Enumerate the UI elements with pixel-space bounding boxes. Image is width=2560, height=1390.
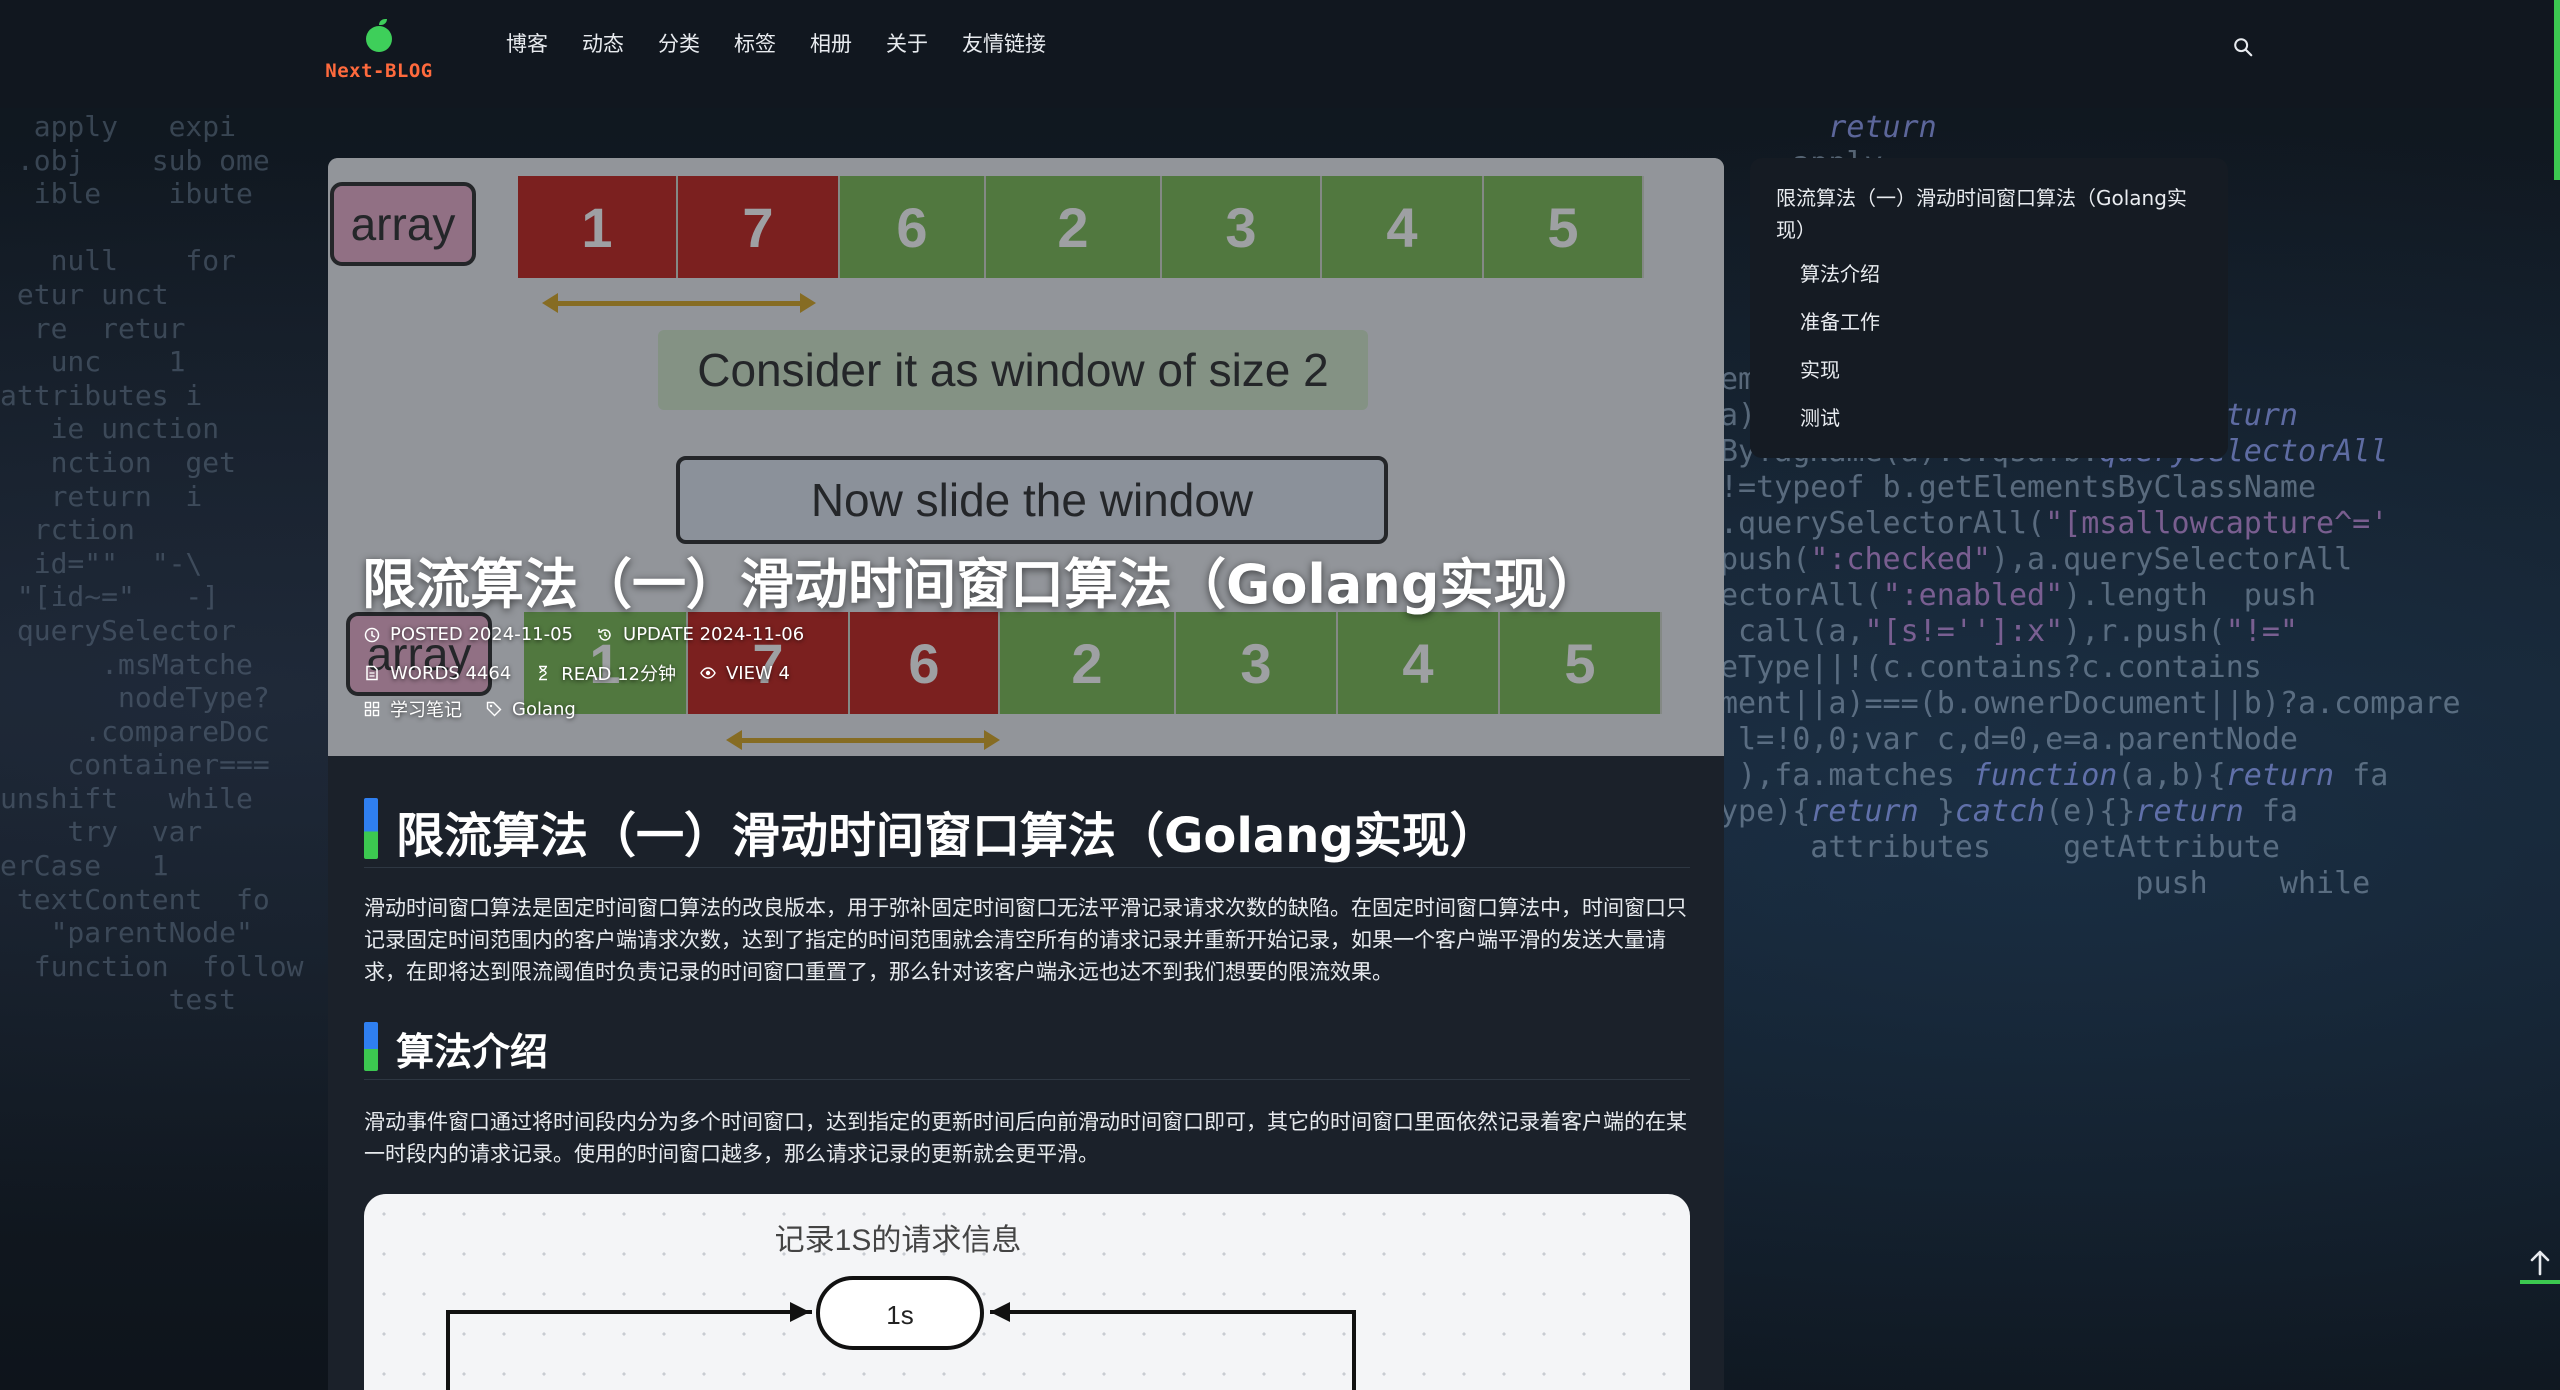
main-nav: 博客 动态 分类 标签 相册 关于 友情链接: [506, 28, 1063, 60]
hourglass-icon: [539, 665, 548, 681]
site-logo[interactable]: Next-BLOG: [314, 19, 444, 92]
diagram-left-line: [446, 1310, 812, 1390]
post-tag[interactable]: Golang: [486, 699, 576, 720]
cover-image: array 1 7 6 2 3 4 5 Consider it as windo…: [328, 158, 1724, 756]
toc-item-algorithm-intro[interactable]: 算法介绍: [1772, 258, 2206, 290]
heading-accent-bar: [364, 798, 378, 859]
nav-item-categories[interactable]: 分类: [641, 28, 717, 60]
diagram-center-label: 1s: [886, 1300, 913, 1330]
toc-item-root[interactable]: 限流算法（一）滑动时间窗口算法（Golang实现）: [1772, 182, 2206, 246]
table-of-contents: 限流算法（一）滑动时间窗口算法（Golang实现） 算法介绍 准备工作 实现 测…: [1750, 158, 2228, 458]
tag-icon: [486, 701, 502, 717]
article-heading-1: 限流算法（一）滑动时间窗口算法（Golang实现）: [364, 794, 1690, 868]
file-icon: [366, 665, 378, 681]
intro-paragraph: 滑动时间窗口算法是固定时间窗口算法的改良版本，用于弥补固定时间窗口无法平滑记录请…: [364, 896, 1687, 984]
nav-item-links[interactable]: 友情链接: [945, 28, 1063, 60]
top-navbar: Next-BLOG 博客 动态 分类 标签 相册 关于 友情链接: [0, 0, 2560, 108]
nav-item-moments[interactable]: 动态: [565, 28, 641, 60]
nav-item-tags[interactable]: 标签: [717, 28, 793, 60]
apple-logo-icon: [366, 19, 392, 52]
algo-paragraph: 滑动事件窗口通过将时间段内分为多个时间窗口，达到指定的更新时间后向前滑动时间窗口…: [364, 1110, 1687, 1166]
post-meta-row-3: 学习笔记 Golang: [364, 696, 600, 722]
search-icon[interactable]: [2232, 36, 2254, 58]
updated-date: UPDATE 2024-11-06: [597, 624, 804, 645]
toc-item-preparation[interactable]: 准备工作: [1772, 306, 2206, 338]
scroll-progress-bar[interactable]: [2554, 0, 2560, 180]
nav-item-about[interactable]: 关于: [869, 28, 945, 60]
diagram-arrowhead: [790, 1302, 810, 1322]
diagram-arrowhead: [990, 1302, 1010, 1322]
word-count: WORDS 4464: [364, 663, 511, 684]
sliding-window-diagram: 记录1S的请求信息 1s 5 4 3 2 1: [364, 1194, 1690, 1390]
grid-icon: [364, 701, 380, 717]
arrow-up-icon: [2530, 1250, 2550, 1276]
nav-item-blog[interactable]: 博客: [506, 28, 565, 60]
clock-icon: [364, 627, 380, 642]
back-to-top-button[interactable]: [2520, 1244, 2560, 1284]
back-to-top-underline: [2520, 1280, 2560, 1284]
posted-date: POSTED 2024-11-05: [364, 624, 573, 645]
diagram-svg: 记录1S的请求信息 1s 5 4 3 2 1: [446, 1224, 1356, 1390]
toc-item-testing[interactable]: 测试: [1772, 402, 2206, 434]
logo-text: Next-BLOG: [325, 60, 433, 82]
read-time: READ 12分钟: [535, 660, 676, 686]
nav-item-album[interactable]: 相册: [793, 28, 869, 60]
eye-icon: [700, 667, 716, 679]
background-code-left: apply expi .obj sub ome ible ibute null …: [0, 110, 304, 1017]
article-heading-2: 算法介绍: [364, 1018, 1690, 1080]
post-category[interactable]: 学习笔记: [364, 696, 462, 722]
post-meta-row-1: POSTED 2024-11-05 UPDATE 2024-11-06: [364, 624, 828, 645]
history-icon: [598, 628, 611, 641]
view-count: VIEW 4: [700, 663, 790, 684]
heading-accent-bar: [364, 1022, 378, 1071]
post-title: 限流算法（一）滑动时间窗口算法（Golang实现）: [362, 553, 1602, 616]
article-card: array 1 7 6 2 3 4 5 Consider it as windo…: [328, 158, 1724, 1390]
toc-item-implementation[interactable]: 实现: [1772, 354, 2206, 386]
diagram-right-line: [990, 1310, 1356, 1390]
diagram-title: 记录1S的请求信息: [775, 1224, 1022, 1257]
post-meta-row-2: WORDS 4464 READ 12分钟 VIEW 4: [364, 660, 814, 686]
